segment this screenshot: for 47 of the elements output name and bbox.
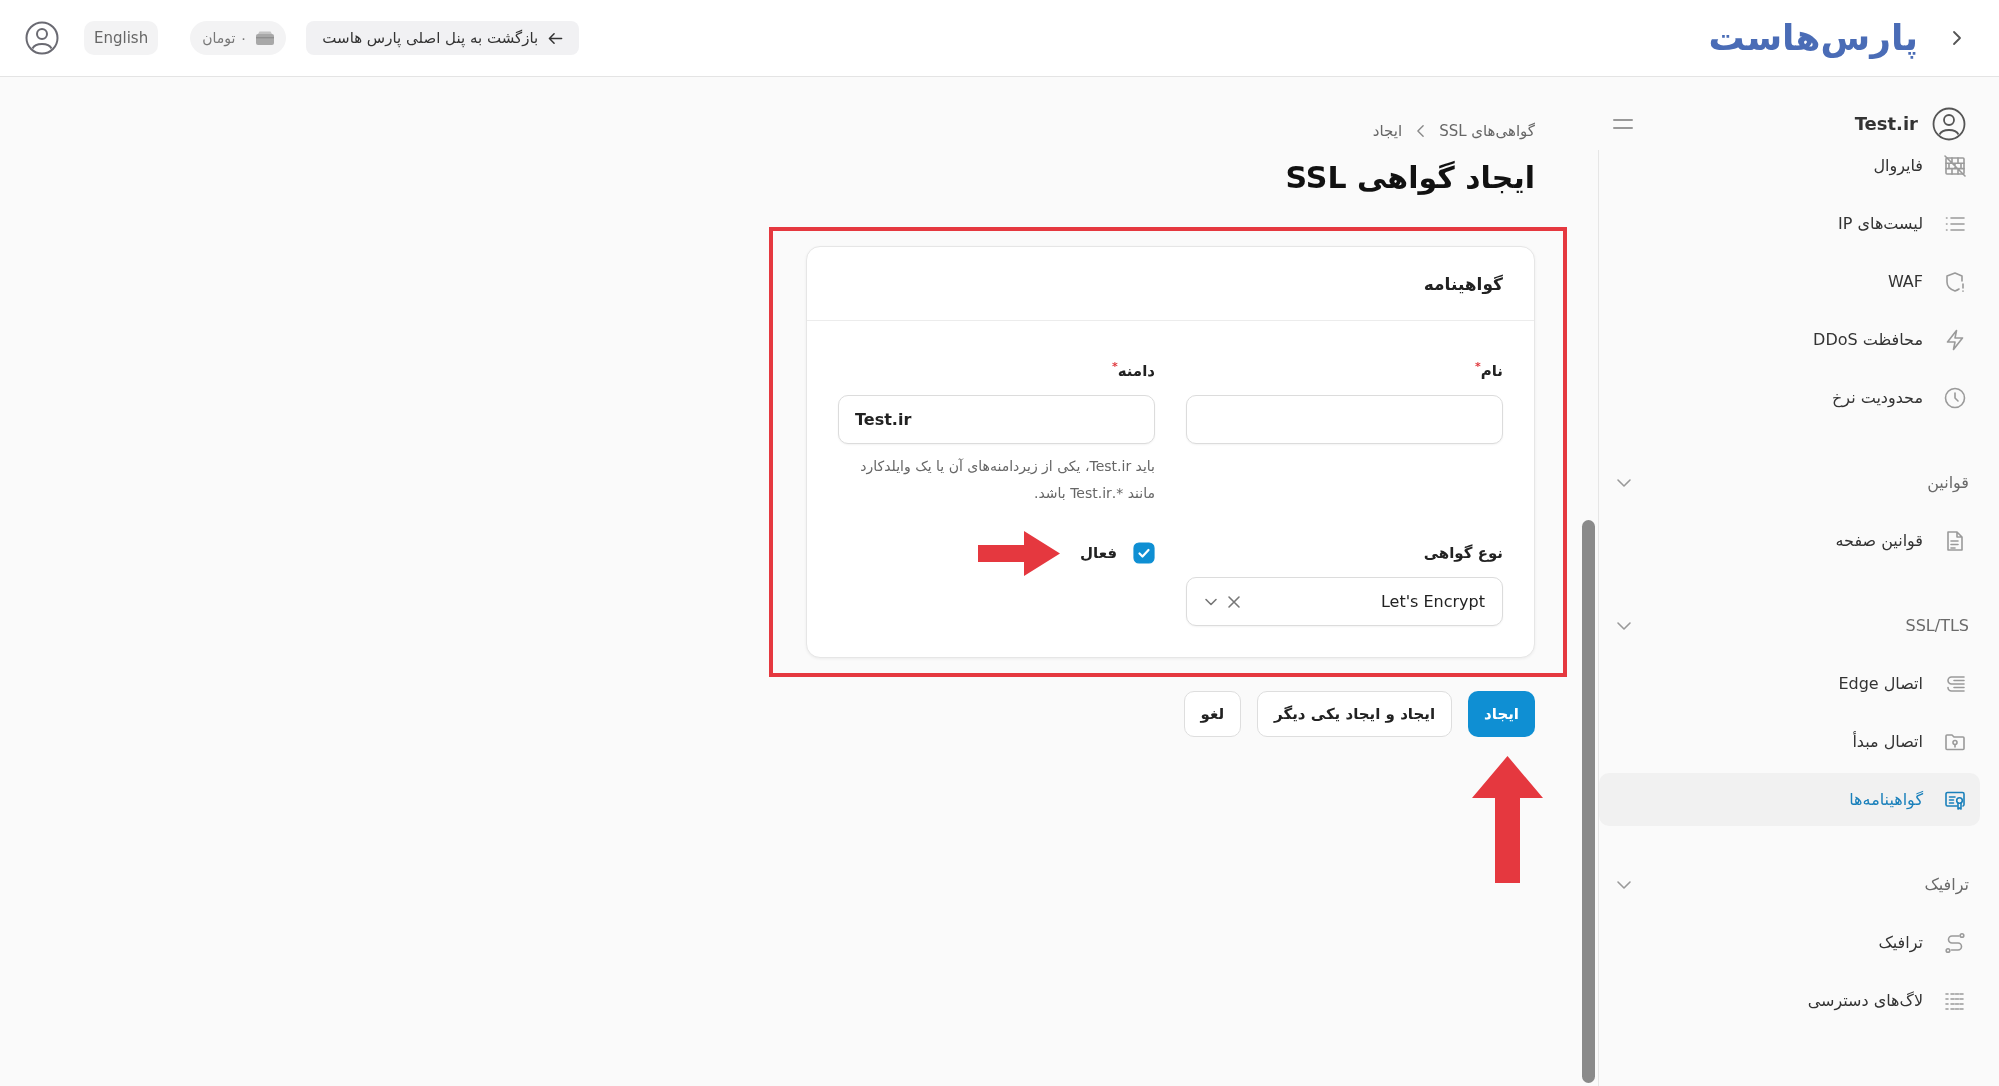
- menu-icon[interactable]: [1613, 117, 1633, 130]
- breadcrumb-link[interactable]: گواهی‌های SSL: [1439, 122, 1535, 140]
- breadcrumb-current: ایجاد: [1372, 122, 1403, 140]
- account-name: Test.ir: [1854, 113, 1918, 134]
- nav-item[interactable]: فایروال: [1599, 150, 1980, 192]
- brick-wall-icon: [1943, 153, 1967, 178]
- route-icon: [1943, 930, 1967, 955]
- section-title: گواهینامه: [1423, 273, 1503, 294]
- nav-item[interactable]: اتصال Edge: [1599, 657, 1980, 710]
- nav-item[interactable]: محدودیت نرخ: [1599, 371, 1980, 424]
- select-field[interactable]: Let's Encrypt: [1186, 577, 1503, 626]
- section-header[interactable]: قوانین: [1599, 456, 1980, 509]
- checkbox-label: فعال: [1080, 544, 1117, 562]
- shield-alert-icon: [1943, 269, 1967, 294]
- text-field[interactable]: [1186, 395, 1503, 444]
- user-icon[interactable]: [25, 21, 59, 55]
- field-label: نوع گواهی: [1423, 543, 1503, 564]
- create-another-button[interactable]: ایجاد و ایجاد یکی دیگر: [1257, 691, 1453, 737]
- user-icon[interactable]: [1932, 106, 1966, 141]
- nav-item[interactable]: گواهینامه‌ها: [1599, 773, 1980, 826]
- field-label: دامنه$^{*}$: [1111, 359, 1155, 382]
- checkbox[interactable]: [1133, 542, 1155, 564]
- nav-item[interactable]: لاگ‌های دسترسی: [1599, 974, 1980, 1027]
- nav-item[interactable]: محافظت DDoS: [1599, 313, 1980, 366]
- balance-button[interactable]: ۰ تومان: [190, 21, 287, 55]
- cancel-button[interactable]: لغو: [1183, 691, 1242, 737]
- page-title: ایجاد گواهی SSL: [1284, 159, 1535, 197]
- clock-icon: [1943, 385, 1967, 410]
- field-hint: باید Test.ir، یکی از زیردامنه‌های آن یا یک وایلدکارد مانند *.Test.ir باشد.: [859, 457, 1155, 503]
- arrow-left-icon: [548, 30, 564, 46]
- text-field[interactable]: Test.ir: [838, 395, 1155, 444]
- nav-item[interactable]: اتصال مبدأ: [1599, 715, 1980, 768]
- nav-item[interactable]: WAF: [1599, 255, 1980, 308]
- nav-item[interactable]: لیست‌های IP: [1599, 197, 1980, 250]
- section-header[interactable]: SSL/TLS: [1599, 599, 1980, 652]
- clear-icon[interactable]: [1227, 594, 1241, 609]
- section-header[interactable]: ترافیک: [1599, 858, 1980, 911]
- create-button[interactable]: ایجاد: [1468, 691, 1535, 737]
- back-button[interactable]: بازگشت به پنل اصلی پارس هاست: [306, 21, 580, 55]
- chevron-left-icon: [1416, 124, 1426, 138]
- nav-item[interactable]: ترافیک: [1599, 916, 1980, 969]
- chevron-right-icon[interactable]: [1952, 30, 1962, 46]
- nav-item[interactable]: قوانین صفحه: [1599, 514, 1980, 567]
- wallet-icon: [256, 31, 275, 45]
- field-label: نام$^{*}$: [1474, 359, 1503, 382]
- scrollbar-thumb[interactable]: [1582, 520, 1595, 1083]
- language-button[interactable]: English: [84, 21, 159, 55]
